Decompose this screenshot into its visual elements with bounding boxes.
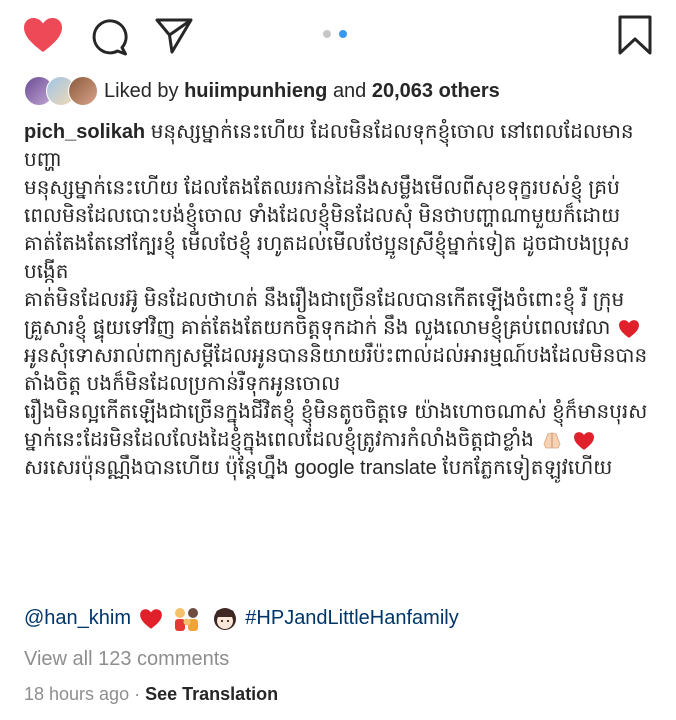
- caption-paragraph-2a: គាត់មិនដែលរអ៊ូ មិនដែលថាហត់ នឹងរឿងជាច្រើន…: [24, 289, 625, 339]
- red-heart-emoji-icon: [139, 609, 162, 629]
- footer-separator: ·: [134, 684, 141, 704]
- caption-paragraph-2: គាត់មិនដែលរអ៊ូ មិនដែលថាហត់ នឹងរឿងជាច្រើន…: [24, 286, 656, 398]
- caption-headline-line: pich_solikah មនុស្សម្នាក់នេះហើយ ដែលមិនដែ…: [24, 118, 656, 174]
- folded-hands-emoji-icon: [543, 432, 561, 449]
- likes-summary: Liked by huiimpunhieng and 20,063 others: [24, 74, 500, 108]
- red-heart-emoji-icon: [619, 319, 639, 338]
- post-actions-bar: [0, 0, 676, 72]
- liked-by-and: and: [332, 79, 367, 102]
- carousel-dot: [323, 30, 331, 38]
- liked-by-text: Liked by huiimpunhieng and 20,063 others: [104, 80, 500, 103]
- caption-paragraph-2b: អូនសុំទោសរាល់ពាក្យសម្ដីដែលអូនបាននិយាយរឹប…: [24, 345, 648, 395]
- caption-paragraph-1: មនុស្សម្នាក់នេះហើយ ដែលតែងតែឈរកាន់ដៃនឹងសម…: [24, 177, 630, 283]
- avatar[interactable]: [68, 76, 98, 106]
- carousel-indicator: [323, 30, 347, 38]
- girl-emoji-icon: [213, 608, 236, 630]
- liked-by-prefix: Liked by: [104, 79, 179, 102]
- liker-username[interactable]: huiimpunhieng: [184, 80, 327, 102]
- post-timestamp: 18 hours ago: [24, 684, 130, 704]
- heart-filled-icon[interactable]: [22, 16, 64, 54]
- caption-tags: @han_khim #HPJandLittleHanfamily: [24, 606, 459, 632]
- likes-others-link[interactable]: 20,063 others: [372, 80, 500, 102]
- caption-username[interactable]: pich_solikah: [24, 121, 145, 143]
- share-icon[interactable]: [154, 15, 194, 55]
- red-heart-emoji-icon: [574, 431, 594, 450]
- bookmark-icon[interactable]: [617, 14, 653, 56]
- family-emoji-icon: [175, 608, 199, 631]
- comment-icon[interactable]: [89, 17, 129, 57]
- view-all-comments-link[interactable]: View all 123 comments: [24, 648, 229, 671]
- carousel-dot-active: [339, 30, 347, 38]
- post-footer: 18 hours ago · See Translation: [24, 684, 278, 705]
- post-caption: pich_solikah មនុស្សម្នាក់នេះហើយ ដែលមិនដែ…: [24, 118, 656, 482]
- see-translation-link[interactable]: See Translation: [145, 684, 278, 704]
- mention-link[interactable]: @han_khim: [24, 607, 131, 630]
- hashtag-link[interactable]: #HPJandLittleHanfamily: [245, 607, 458, 630]
- caption-paragraph-3b: សរសេរប៉ុនណ្ណឹងបានហើយ ប៉ុន្តែហ្នឹង google…: [24, 457, 613, 479]
- caption-paragraph-3: រឿងមិនល្អកើតឡើងជាច្រើនក្នុងជីវិតខ្ញុំ ខ្…: [24, 398, 656, 482]
- liker-avatars: [24, 76, 100, 106]
